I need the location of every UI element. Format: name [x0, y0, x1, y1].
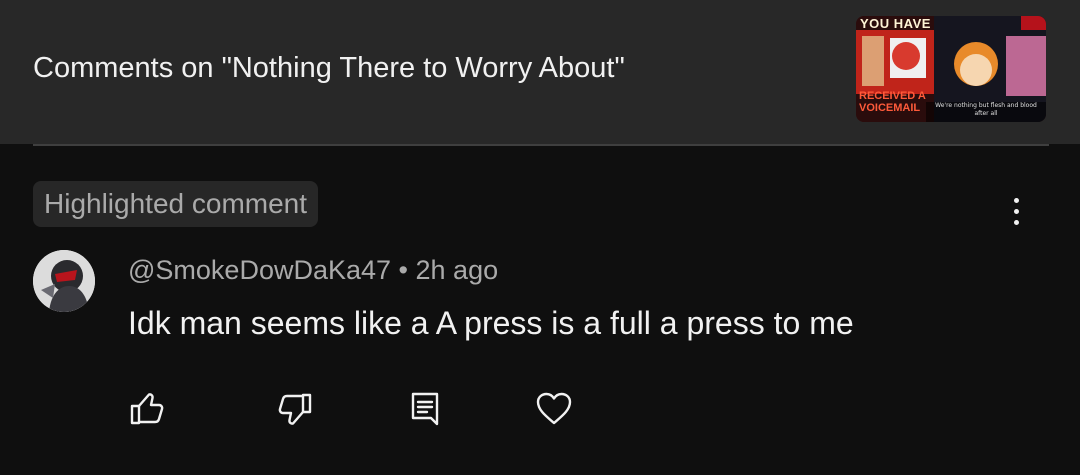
thumbnail-caption-line-1: We're nothing but flesh and blood: [935, 102, 1037, 109]
comments-header: Comments on "Nothing There to Worry Abou…: [0, 0, 1080, 144]
thumbnail-caption: We're nothing but flesh and blood after …: [926, 102, 1046, 118]
thumbs-up-icon: [130, 393, 164, 425]
highlighted-comment-badge: Highlighted comment: [33, 181, 319, 227]
thumbnail-text-line-1: RECEIVED A: [859, 90, 926, 102]
thumbs-down-icon: [278, 393, 312, 425]
comment-meta: @SmokeDowDaKa47 • 2h ago: [128, 255, 498, 286]
thumbnail-caption-line-2: after all: [974, 110, 998, 117]
more-options-icon: [1013, 197, 1019, 203]
like-button[interactable]: [124, 386, 170, 432]
avatar[interactable]: [33, 250, 95, 312]
more-options-dot: [1013, 208, 1019, 214]
video-thumbnail[interactable]: YOU HAVE RECEIVED A VOICEMAIL We're noth…: [856, 16, 1046, 122]
comment-text: Idk man seems like a A press is a full a…: [128, 305, 854, 341]
comment-author[interactable]: @SmokeDowDaKa47: [128, 255, 391, 285]
thumbnail-text-bottom: RECEIVED A VOICEMAIL: [859, 90, 926, 114]
dislike-button[interactable]: [272, 386, 318, 432]
avatar-image: [33, 250, 95, 312]
heart-button[interactable]: [531, 386, 577, 432]
more-options-dot: [1013, 219, 1019, 225]
reply-icon: [411, 392, 439, 426]
thumbnail-text-top: YOU HAVE: [860, 16, 931, 31]
comments-title: Comments on "Nothing There to Worry Abou…: [33, 52, 625, 84]
header-divider: [33, 144, 1049, 146]
more-options-button[interactable]: [1000, 189, 1032, 233]
thumbnail-text-line-2: VOICEMAIL: [859, 102, 921, 114]
meta-separator: •: [398, 255, 408, 285]
reply-button[interactable]: [402, 386, 448, 432]
comment-time: 2h ago: [415, 255, 499, 285]
heart-icon: [536, 392, 572, 425]
